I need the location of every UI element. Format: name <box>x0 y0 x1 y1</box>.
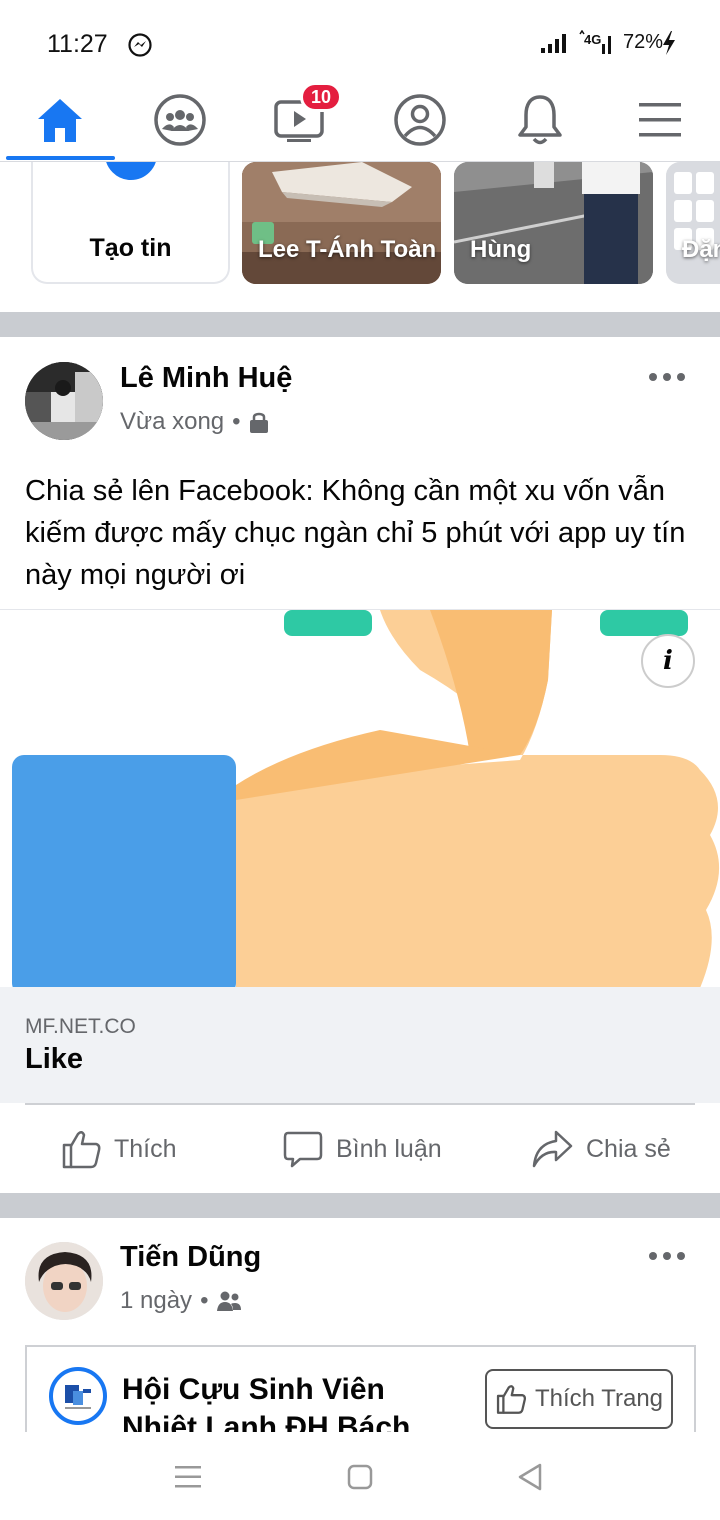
thumbs-up-illustration <box>12 610 719 987</box>
meta-dot: • <box>232 408 241 435</box>
story-card[interactable]: Lee T-Ánh Toàn <box>242 162 441 284</box>
nav-notifications[interactable] <box>480 80 600 160</box>
post-text: Chia sẻ lên Facebook: Không cần một xu v… <box>25 475 686 591</box>
signal-icon <box>541 34 566 53</box>
friends-icon <box>217 1291 242 1311</box>
story-name: Lee T-Ánh Toàn <box>258 236 437 263</box>
like-button[interactable]: Thích <box>60 1105 177 1193</box>
create-story-label: Tạo tin <box>89 234 172 262</box>
story-thumbnail <box>666 162 720 284</box>
watch-badge: 10 <box>300 82 343 112</box>
system-nav-bar <box>0 1432 720 1520</box>
status-time: 11:27 <box>47 30 108 58</box>
nav-profile[interactable] <box>360 80 480 160</box>
story-name: Đặn <box>682 236 720 263</box>
post-meta: 1 ngày • <box>120 1287 242 1315</box>
info-icon[interactable]: i <box>641 634 695 688</box>
post-meta: Vừa xong • <box>120 408 269 436</box>
like-page-label: Thích Trang <box>534 1385 664 1412</box>
link-domain: MF.NET.CO <box>25 1015 136 1038</box>
story-thumbnail <box>454 162 653 284</box>
link-title: Like <box>25 1043 84 1075</box>
back-icon[interactable] <box>516 1462 544 1492</box>
avatar[interactable] <box>25 362 103 440</box>
story-card[interactable]: Đặn <box>666 162 720 284</box>
plus-icon <box>101 162 161 184</box>
post-time: 1 ngày <box>120 1287 193 1314</box>
more-options-icon[interactable] <box>647 367 687 387</box>
story-thumbnail <box>242 162 441 284</box>
bell-icon <box>518 95 562 145</box>
battery-level: 72% <box>623 31 664 53</box>
page-logo-mark <box>65 1385 91 1409</box>
like-label: Thích <box>114 1134 177 1163</box>
story-name: Hùng <box>470 236 532 263</box>
post-actions: Thích Bình luận Chia sẻ <box>0 1105 720 1193</box>
top-nav: 10 <box>0 80 720 162</box>
meta-dot: • <box>200 1287 209 1314</box>
nav-home[interactable] <box>0 80 120 160</box>
post-author[interactable]: Tiến Dũng <box>120 1241 261 1274</box>
post-author[interactable]: Lê Minh Huệ <box>120 362 292 395</box>
like-icon <box>496 1385 526 1414</box>
more-options-icon[interactable] <box>647 1246 687 1266</box>
nav-menu[interactable] <box>600 80 720 160</box>
avatar-photo <box>25 362 103 440</box>
avatar-photo <box>25 1242 103 1320</box>
active-tab-indicator <box>6 156 115 160</box>
feed-divider <box>0 1193 720 1218</box>
menu-icon <box>639 103 681 137</box>
feed-divider <box>0 312 720 337</box>
like-icon <box>62 1131 101 1169</box>
comment-button[interactable]: Bình luận <box>282 1105 442 1193</box>
comment-label: Bình luận <box>336 1134 442 1163</box>
nav-groups[interactable] <box>120 80 240 160</box>
create-story-card[interactable]: Tạo tin <box>31 162 230 284</box>
lock-icon <box>249 412 268 433</box>
stories-tray: Tạo tin Lee T-Ánh Toàn Hùng Đặ <box>0 162 720 312</box>
shared-page-card[interactable]: Hội Cựu Sinh Viên Nhiệt Lạnh ĐH Bách Thí… <box>25 1345 696 1445</box>
recents-icon[interactable] <box>174 1464 202 1490</box>
post-time: Vừa xong <box>120 408 225 435</box>
profile-icon <box>394 94 446 146</box>
share-button[interactable]: Chia sẻ <box>530 1105 671 1193</box>
groups-icon <box>154 94 206 146</box>
comment-icon <box>283 1131 323 1168</box>
messenger-icon <box>128 33 152 57</box>
story-card[interactable]: Hùng <box>454 162 653 284</box>
home-button-icon[interactable] <box>347 1464 373 1490</box>
avatar[interactable] <box>25 1242 103 1320</box>
share-label: Chia sẻ <box>586 1134 671 1163</box>
page-logo <box>49 1367 107 1425</box>
link-preview-meta[interactable]: MF.NET.CO Like <box>0 987 720 1103</box>
charging-icon <box>663 31 675 55</box>
like-page-button[interactable]: Thích Trang <box>485 1369 673 1429</box>
share-icon <box>532 1130 573 1168</box>
home-icon <box>38 99 82 142</box>
status-bar: 11:27 4G 72% <box>0 0 720 80</box>
network-4g-icon: 4G <box>578 30 614 56</box>
link-preview-image[interactable] <box>0 609 720 987</box>
